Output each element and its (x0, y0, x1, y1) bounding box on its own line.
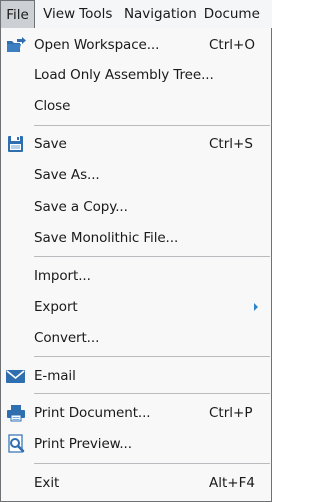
print-document-shortcut: Ctrl+P (209, 405, 253, 421)
separator (34, 125, 270, 126)
open-workspace-item[interactable]: Open Workspace... Ctrl+O (1, 30, 271, 60)
save-as-item[interactable]: Save As... (1, 160, 271, 190)
save-shortcut: Ctrl+S (209, 136, 253, 152)
export-label: Export (34, 299, 78, 315)
menu-tools[interactable]: Tools (79, 0, 124, 28)
convert-label: Convert... (34, 330, 100, 346)
close-item[interactable]: Close (1, 91, 271, 121)
export-item[interactable]: Export (1, 292, 271, 322)
exit-item[interactable]: Exit Alt+F4 (1, 468, 271, 498)
save-monolithic-label: Save Monolithic File... (34, 230, 179, 246)
email-label: E-mail (34, 368, 76, 384)
email-item[interactable]: E-mail (1, 361, 271, 391)
menu-view[interactable]: View (43, 0, 79, 28)
open-workspace-shortcut: Ctrl+O (209, 37, 255, 53)
open-workspace-label: Open Workspace... (34, 37, 160, 53)
separator (34, 356, 270, 357)
import-item[interactable]: Import... (1, 261, 271, 291)
save-label: Save (34, 136, 67, 152)
print-preview-item[interactable]: Print Preview... (1, 429, 271, 459)
menu-file[interactable]: File (0, 0, 36, 28)
print-preview-icon (5, 434, 27, 454)
submenu-arrow-icon (254, 303, 258, 311)
exit-label: Exit (34, 475, 60, 491)
floppy-disk-icon (5, 134, 27, 154)
load-assembly-tree-label: Load Only Assembly Tree... (34, 67, 214, 83)
envelope-icon (5, 366, 27, 386)
convert-item[interactable]: Convert... (1, 323, 271, 353)
print-document-item[interactable]: Print Document... Ctrl+P (1, 398, 271, 428)
exit-shortcut: Alt+F4 (209, 475, 255, 491)
save-monolithic-item[interactable]: Save Monolithic File... (1, 223, 271, 253)
print-document-label: Print Document... (34, 405, 151, 421)
separator (34, 463, 270, 464)
print-preview-label: Print Preview... (34, 436, 132, 452)
separator (34, 256, 270, 257)
save-item[interactable]: Save Ctrl+S (1, 129, 271, 159)
separator (34, 393, 270, 394)
save-copy-label: Save a Copy... (34, 199, 128, 215)
menu-document[interactable]: Docume (204, 0, 272, 28)
load-assembly-tree-item[interactable]: Load Only Assembly Tree... (1, 60, 271, 90)
file-menu-dropdown: Open Workspace... Ctrl+O Load Only Assem… (0, 28, 272, 502)
import-label: Import... (34, 268, 91, 284)
save-as-label: Save As... (34, 167, 100, 183)
close-label: Close (34, 98, 71, 114)
printer-icon (5, 403, 27, 423)
save-copy-item[interactable]: Save a Copy... (1, 192, 271, 222)
menu-bar: File View Tools Navigation Docume (0, 0, 272, 28)
open-folder-arrow-icon (5, 35, 27, 55)
menu-navigation[interactable]: Navigation (124, 0, 204, 28)
